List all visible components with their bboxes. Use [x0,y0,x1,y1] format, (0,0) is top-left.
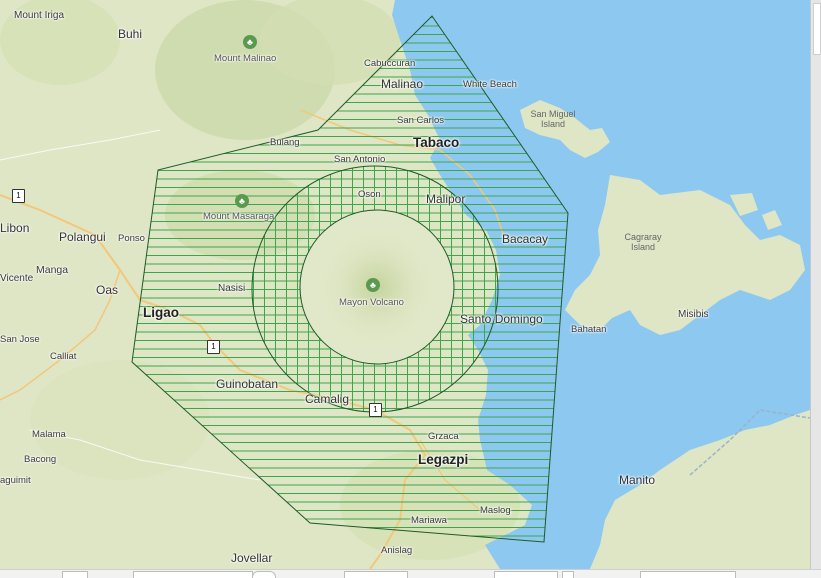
island-label: San Miguel Island [530,109,576,130]
place-label: San Carlos [397,115,444,126]
place-label: San Jose [0,334,40,345]
scrollbar-thumb[interactable] [813,3,821,55]
place-label: Manga [36,264,69,276]
place-label: Calliat [50,351,77,362]
place-label: White Beach [463,79,517,90]
place-label: Nasisi [218,283,246,294]
map-canvas[interactable]: ♣ ♣ ♣ 1 1 1 Mount Iriga Buhi Mount Malin… [0,0,810,569]
vertical-scrollbar[interactable] [810,0,821,577]
place-label: Santo Domingo [460,312,543,326]
place-label: Camalig [305,392,350,406]
place-label: Manito [619,473,656,487]
place-label: Oson [358,189,381,200]
place-label: Anislag [381,545,413,556]
park-icon[interactable]: ♣ [235,194,249,208]
city-label: Ligao [143,305,179,320]
city-label: Tabaco [413,135,460,150]
highway-shield-icon: 1 [369,403,382,417]
place-label: San Antonio [334,154,386,165]
city-label: Legazpi [418,452,469,467]
place-label: Malinao [381,77,424,91]
place-label: Maslog [480,505,511,516]
place-label: Grzaca [428,431,459,442]
place-label: aguimit [0,475,31,486]
place-label: Polangui [59,230,106,244]
place-label: Guinobatan [216,377,279,391]
volcano-icon[interactable]: ♣ [366,278,380,292]
park-icon[interactable]: ♣ [243,35,257,49]
highway-shield-icon: 1 [12,189,25,203]
place-label: Ponso [118,233,145,244]
place-label: Cabuccuran [364,58,416,69]
place-label: Bacacay [502,232,549,246]
place-label: Buhi [118,27,143,41]
place-label: Oas [96,283,119,297]
peak-label: Mayon Volcano [339,297,404,308]
place-label: Mount Iriga [14,10,65,21]
peak-label: Mount Malinao [214,53,277,64]
peak-label: Mount Masaraga [203,211,275,222]
place-label: Bulang [270,137,300,148]
island-label: Cagraray Island [624,232,662,253]
place-label: Malipor [426,192,466,206]
highway-shield-icon: 1 [207,340,220,354]
place-label: Jovellar [231,551,273,565]
place-label: Misibis [678,309,709,320]
place-label: Mariawa [411,515,447,526]
place-label: Bahatan [571,324,607,335]
place-label: Bacong [24,454,57,465]
place-label: Malama [32,429,66,440]
place-label: Libon [0,221,30,235]
place-label: Vicente [0,273,34,284]
